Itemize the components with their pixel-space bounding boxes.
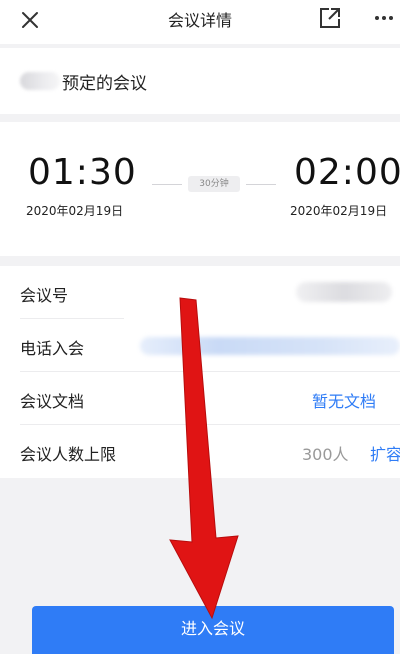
meeting-id-label: 会议号 xyxy=(20,286,69,305)
duration-badge: 30分钟 xyxy=(188,176,240,192)
blurred-meeting-id xyxy=(296,282,392,302)
start-date: 2020年02月19日 xyxy=(26,204,124,218)
end-time: 02:00 xyxy=(294,152,400,193)
page-title: 会议详情 xyxy=(167,11,232,30)
start-time: 01:30 xyxy=(28,152,137,193)
navigation-bar: 会议详情 xyxy=(0,0,400,44)
share-icon[interactable] xyxy=(318,6,342,30)
close-icon[interactable] xyxy=(18,8,42,32)
phone-dial-in-label: 电话入会 xyxy=(20,339,85,358)
blurred-host-name xyxy=(20,72,60,90)
duration-line-right xyxy=(246,184,276,185)
time-card: 01:30 2020年02月19日 30分钟 02:00 2020年02月19日 xyxy=(0,122,400,256)
meeting-id-row[interactable]: 会议号 xyxy=(0,266,400,319)
phone-dial-in-row[interactable]: 电话入会 xyxy=(0,319,400,372)
capacity-row: 会议人数上限 300人 扩容 xyxy=(0,425,400,478)
meeting-docs-label: 会议文档 xyxy=(20,392,85,411)
duration-line-left xyxy=(152,184,182,185)
capacity-label: 会议人数上限 xyxy=(20,445,117,464)
end-date: 2020年02月19日 xyxy=(290,204,388,218)
meeting-subject: 预定的会议 xyxy=(0,48,400,114)
meeting-subject-text: 预定的会议 xyxy=(62,73,147,94)
meeting-docs-row[interactable]: 会议文档 暂无文档 xyxy=(0,372,400,425)
more-icon[interactable] xyxy=(372,6,396,30)
no-docs-link[interactable]: 暂无文档 xyxy=(312,388,376,412)
join-meeting-button[interactable]: 进入会议 xyxy=(32,606,394,654)
blurred-phone-number xyxy=(140,337,400,355)
meeting-info-list: 会议号 电话入会 会议文档 暂无文档 会议人数上限 300人 扩容 xyxy=(0,266,400,478)
capacity-value: 300人 xyxy=(302,445,349,464)
expand-capacity-link[interactable]: 扩容 xyxy=(370,441,400,465)
